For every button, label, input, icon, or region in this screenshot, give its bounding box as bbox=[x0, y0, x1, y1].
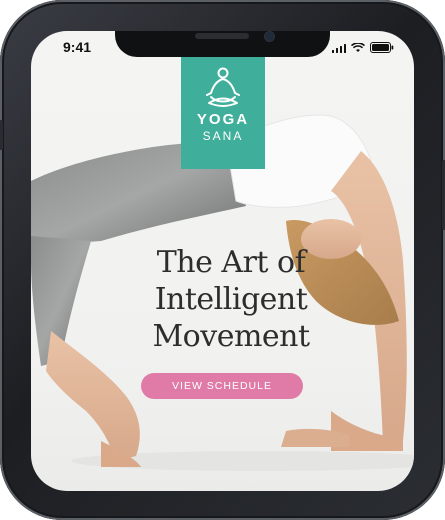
front-camera bbox=[265, 32, 274, 41]
battery-icon bbox=[370, 42, 394, 53]
device-notch bbox=[115, 31, 330, 57]
headline-line: Movement bbox=[152, 319, 310, 354]
view-schedule-button[interactable]: VIEW SCHEDULE bbox=[141, 373, 303, 399]
volume-button bbox=[0, 120, 3, 150]
status-time: 9:41 bbox=[63, 39, 92, 55]
app-screen: 9:41 YOGA SANA The Art of Intelligent Mo… bbox=[31, 31, 414, 491]
brand-logo[interactable]: YOGA SANA bbox=[181, 55, 265, 169]
status-icons bbox=[331, 42, 395, 53]
headline-line: The Art of bbox=[156, 245, 306, 280]
brand-subname: SANA bbox=[202, 129, 244, 143]
hero-headline: The Art of Intelligent Movement bbox=[91, 244, 371, 355]
meditation-icon bbox=[206, 67, 240, 107]
wifi-icon bbox=[351, 42, 365, 52]
brand-name: YOGA bbox=[196, 111, 250, 128]
earpiece-speaker bbox=[195, 33, 249, 39]
phone-frame: 9:41 YOGA SANA The Art of Intelligent Mo… bbox=[0, 0, 445, 520]
signal-icon bbox=[331, 43, 346, 53]
headline-line: Intelligent bbox=[154, 282, 308, 317]
